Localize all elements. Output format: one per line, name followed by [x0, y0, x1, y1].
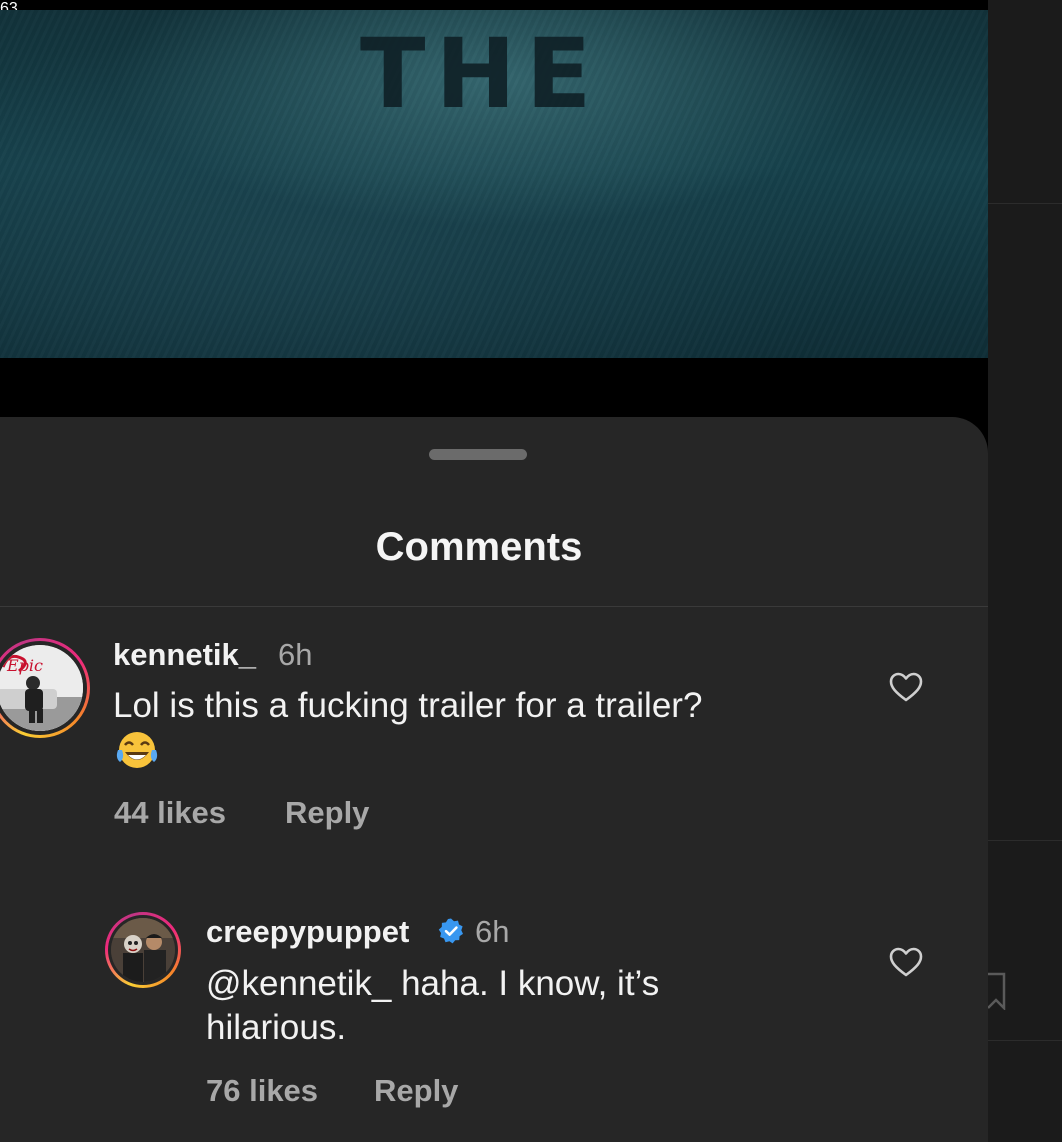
- comment-text: Lol is this a fucking trailer for a trai…: [113, 686, 703, 725]
- avatar-image: [111, 918, 175, 982]
- comment-time: 6h: [278, 637, 313, 672]
- comments-sheet: Comments Epic kennetik_ 6h Lol is this a…: [0, 417, 988, 1142]
- comment-text-continued: hilarious.: [206, 1008, 347, 1047]
- reply-button[interactable]: Reply: [285, 795, 369, 831]
- avatar[interactable]: Epic: [0, 638, 90, 738]
- comment-text: @kennetik_ haha. I know, it’s: [206, 964, 660, 1003]
- comment-username[interactable]: kennetik_: [113, 637, 256, 673]
- avatar-photo-icon: [111, 918, 175, 982]
- comment-text-line: hilarious.: [206, 1006, 346, 1050]
- background-page-edge: [988, 0, 1062, 1142]
- bookmark-icon: [988, 972, 1006, 1010]
- sheet-drag-handle[interactable]: [429, 449, 527, 460]
- comment-likes[interactable]: 76 likes: [206, 1073, 318, 1109]
- avatar-image: Epic: [0, 645, 83, 731]
- backdrop-divider: [988, 1040, 1062, 1041]
- heart-icon[interactable]: [889, 672, 923, 702]
- divider: [0, 606, 988, 607]
- verified-badge-icon: [438, 918, 463, 944]
- comment-username[interactable]: creepypuppet: [206, 914, 409, 950]
- comment-likes[interactable]: 44 likes: [114, 795, 226, 831]
- face-with-tears-of-joy-icon: [116, 732, 158, 768]
- backdrop-divider: [988, 840, 1062, 841]
- backdrop-divider: [988, 203, 1062, 204]
- video-title-text: THE: [360, 18, 602, 130]
- comment-text-line: @kennetik_ haha. I know, it’s: [206, 962, 659, 1006]
- heart-icon[interactable]: [889, 947, 923, 977]
- avatar-photo-icon: Epic: [0, 645, 83, 731]
- comment-time: 6h: [475, 914, 510, 949]
- avatar-logo-text: Epic: [6, 656, 43, 675]
- video-player[interactable]: THE: [0, 10, 988, 358]
- avatar[interactable]: [105, 912, 181, 988]
- reply-button[interactable]: Reply: [374, 1073, 458, 1109]
- sheet-title: Comments: [375, 525, 583, 569]
